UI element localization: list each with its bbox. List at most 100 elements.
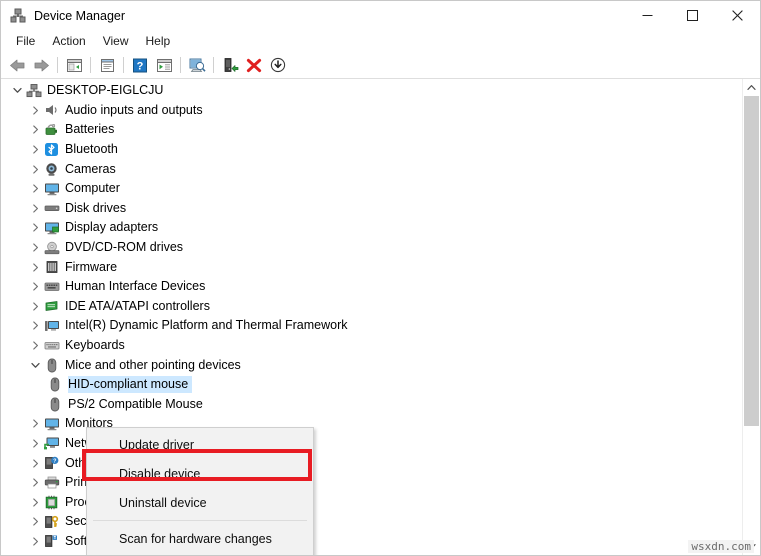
hid-icon — [43, 279, 60, 295]
tree-item-computer[interactable]: Computer — [1, 179, 742, 199]
chevron-right-icon[interactable] — [27, 517, 43, 526]
chevron-right-icon[interactable] — [27, 184, 43, 193]
tree-item-cameras[interactable]: Cameras — [1, 159, 742, 179]
mouse-icon — [43, 357, 60, 373]
menu-view[interactable]: View — [95, 32, 138, 51]
tree-item-ps2-compatible-mouse[interactable]: PS/2 Compatible Mouse — [1, 395, 742, 415]
chevron-right-icon[interactable] — [27, 498, 43, 507]
scrollbar-track[interactable] — [743, 96, 760, 538]
title-bar-left: Device Manager — [1, 8, 125, 24]
chevron-right-icon[interactable] — [27, 341, 43, 350]
tree-item-label: Cameras — [65, 161, 116, 176]
monitor-icon — [43, 416, 60, 432]
mouse-icon — [46, 396, 63, 412]
menu-help[interactable]: Help — [138, 32, 180, 51]
chevron-right-icon[interactable] — [27, 145, 43, 154]
device-tree[interactable]: DESKTOP-EIGLCJU Audio inputs and outputs… — [1, 79, 742, 555]
context-menu-item-scan-for-hardware-changes[interactable]: Scan for hardware changes — [87, 524, 313, 553]
chevron-right-icon[interactable] — [27, 282, 43, 291]
disable-device-icon[interactable] — [267, 54, 289, 76]
chevron-right-icon[interactable] — [27, 125, 43, 135]
show-hide-console-tree-icon[interactable] — [63, 54, 85, 76]
tree-item-bluetooth[interactable]: Bluetooth — [1, 140, 742, 160]
forward-icon[interactable] — [30, 54, 52, 76]
properties-icon[interactable] — [96, 54, 118, 76]
software-device-icon — [43, 553, 60, 555]
camera-icon — [43, 161, 60, 177]
chevron-right-icon[interactable] — [27, 302, 43, 311]
scrollbar-thumb[interactable] — [744, 96, 759, 426]
tree-item-audio-inputs-and-outputs[interactable]: Audio inputs and outputs — [1, 101, 742, 121]
tree-item-intel-dynamic-platform-and-thermal-framework[interactable]: Intel(R) Dynamic Platform and Thermal Fr… — [1, 316, 742, 336]
chevron-right-icon[interactable] — [27, 204, 43, 213]
scan-for-hardware-changes-icon[interactable] — [186, 54, 208, 76]
context-menu-item-update-driver[interactable]: Update driver — [87, 430, 313, 459]
tree-item-label: Computer — [65, 181, 120, 196]
show-hide-action-pane-icon[interactable] — [153, 54, 175, 76]
processor-icon — [43, 494, 60, 510]
software-component-icon — [43, 533, 60, 549]
chevron-right-icon[interactable] — [27, 439, 43, 448]
maximize-button[interactable] — [670, 1, 715, 30]
minimize-button[interactable] — [625, 1, 670, 30]
tree-item-label: Firmware — [65, 259, 118, 274]
menu-action[interactable]: Action — [44, 32, 94, 51]
tree-item-batteries[interactable]: Batteries — [1, 120, 742, 140]
chevron-right-icon[interactable] — [27, 419, 43, 428]
tree-item-label: Batteries — [65, 122, 115, 137]
tree-item-human-interface-devices[interactable]: Human Interface Devices — [1, 277, 742, 297]
close-button[interactable] — [715, 1, 760, 30]
chevron-right-icon[interactable] — [27, 321, 43, 331]
toolbar: ? — [1, 52, 760, 79]
firmware-icon — [43, 259, 60, 275]
svg-text:?: ? — [53, 458, 56, 464]
context-menu-separator — [93, 520, 307, 521]
chevron-right-icon[interactable] — [27, 165, 43, 174]
chevron-right-icon[interactable] — [27, 478, 43, 487]
computer-root-icon — [25, 83, 42, 99]
tree-item-ide-ata-atapi-controllers[interactable]: IDE ATA/ATAPI controllers — [1, 297, 742, 317]
tree-item-label: Audio inputs and outputs — [65, 102, 203, 117]
menu-bar: File Action View Help — [1, 30, 760, 52]
tree-item-keyboards[interactable]: Keyboards — [1, 336, 742, 356]
tree-item-disk-drives[interactable]: Disk drives — [1, 199, 742, 219]
tree-item-label: Intel(R) Dynamic Platform and Thermal Fr… — [65, 318, 348, 333]
chevron-right-icon[interactable] — [27, 243, 43, 252]
tree-item-firmware[interactable]: Firmware — [1, 257, 742, 277]
monitor-icon — [43, 181, 60, 197]
tree-item-label: Mice and other pointing devices — [65, 357, 241, 372]
chevron-right-icon[interactable] — [27, 106, 43, 115]
uninstall-device-icon[interactable] — [243, 54, 265, 76]
context-menu-item-disable-device[interactable]: Disable device — [87, 459, 313, 488]
chevron-right-icon[interactable] — [27, 458, 43, 468]
context-menu-item-uninstall-device[interactable]: Uninstall device — [87, 488, 313, 517]
back-icon[interactable] — [6, 54, 28, 76]
tree-item-mice-and-other-pointing-devices[interactable]: Mice and other pointing devices — [1, 355, 742, 375]
scroll-up-arrow-icon[interactable] — [743, 79, 760, 96]
printer-icon — [43, 475, 60, 491]
display-adapter-icon — [43, 220, 60, 236]
window-title: Device Manager — [34, 8, 126, 23]
chevron-right-icon[interactable] — [27, 537, 43, 546]
tree-item-dvd-cd-rom-drives[interactable]: DVD/CD-ROM drives — [1, 238, 742, 258]
update-driver-icon[interactable] — [219, 54, 241, 76]
tree-item-hid-compliant-mouse[interactable]: HID-compliant mouse — [1, 375, 742, 395]
vertical-scrollbar[interactable] — [742, 79, 760, 555]
tree-root-item[interactable]: DESKTOP-EIGLCJU — [1, 81, 742, 101]
disk-drive-icon — [43, 200, 60, 216]
tree-item-label: Disk drives — [65, 200, 127, 215]
chevron-down-icon[interactable] — [9, 86, 25, 95]
mouse-icon — [46, 377, 63, 393]
tree-item-display-adapters[interactable]: Display adapters — [1, 218, 742, 238]
help-icon[interactable]: ? — [129, 54, 151, 76]
context-menu[interactable]: Update driver Disable device Uninstall d… — [86, 427, 314, 555]
chevron-right-icon[interactable] — [27, 263, 43, 272]
watermark: wsxdn.com — [688, 540, 754, 553]
menu-file[interactable]: File — [8, 32, 44, 51]
tree-item-label: Display adapters — [65, 220, 159, 235]
ide-controller-icon — [43, 298, 60, 314]
chevron-right-icon[interactable] — [27, 223, 43, 233]
dvd-drive-icon — [43, 240, 60, 256]
chevron-down-icon[interactable] — [27, 361, 43, 370]
tree-item-label: Human Interface Devices — [65, 279, 206, 294]
